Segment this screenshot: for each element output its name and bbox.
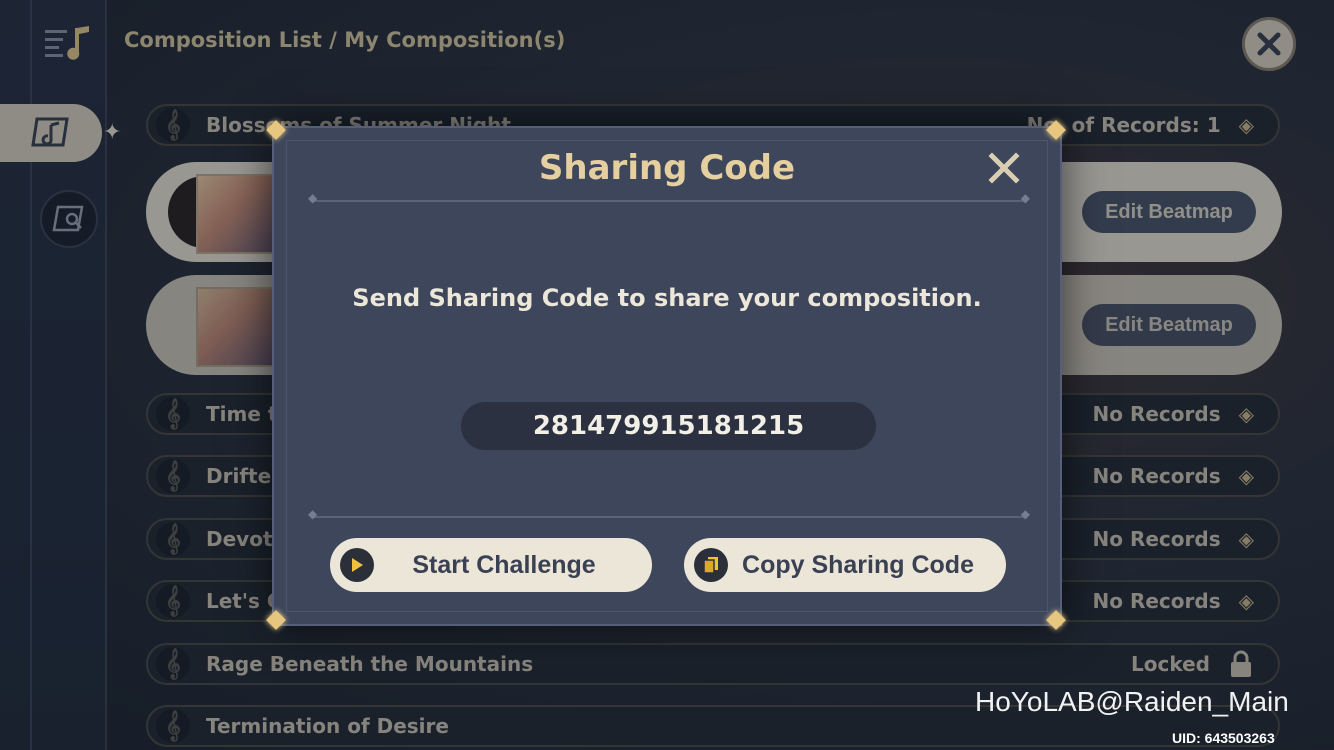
corner-ornament — [266, 120, 288, 142]
copy-sharing-code-label: Copy Sharing Code — [742, 550, 974, 579]
start-challenge-label: Start Challenge — [412, 550, 596, 579]
watermark: HoYoLAB@Raiden_Main — [975, 686, 1289, 717]
corner-ornament — [266, 610, 288, 632]
corner-ornament — [1046, 120, 1068, 142]
corner-ornament — [1046, 610, 1068, 632]
start-challenge-button[interactable]: Start Challenge — [330, 538, 652, 592]
sharing-code-value: 281479915181215 — [461, 402, 876, 450]
divider — [308, 191, 1030, 205]
divider — [308, 507, 1030, 521]
dialog-message: Send Sharing Code to share your composit… — [352, 284, 982, 312]
play-icon — [340, 548, 374, 582]
copy-icon — [694, 548, 728, 582]
close-icon — [988, 152, 1020, 184]
dialog-close-button[interactable] — [984, 148, 1024, 188]
uid-label: UID: 643503263 — [1172, 730, 1275, 746]
sharing-code-dialog: Sharing Code Send Sharing Code to share … — [272, 126, 1062, 626]
copy-sharing-code-button[interactable]: Copy Sharing Code — [684, 538, 1006, 592]
dialog-title: Sharing Code — [538, 148, 796, 188]
